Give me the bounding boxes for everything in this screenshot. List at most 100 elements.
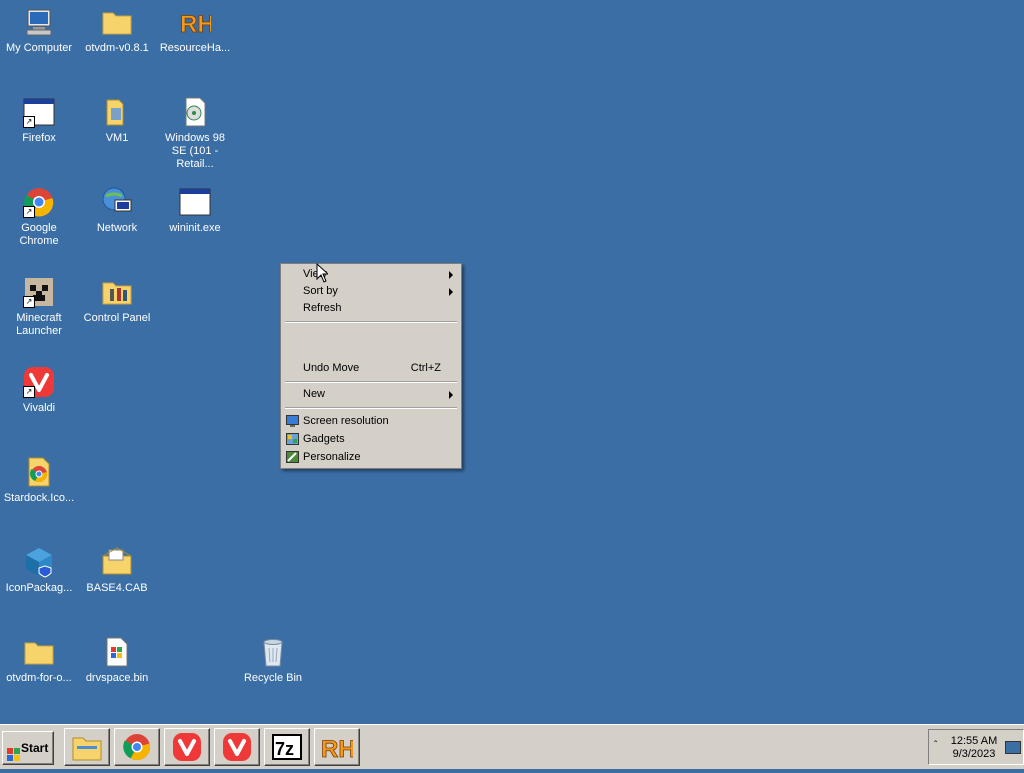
menu-separator: [285, 321, 457, 323]
desktop-icon-control-panel[interactable]: Control Panel: [78, 270, 156, 325]
disc-icon: [179, 96, 211, 128]
taskbar-button-7zip[interactable]: 7z: [264, 728, 310, 766]
desktop-context-menu: View Sort by Refresh Undo Move Ctrl+Z Ne…: [280, 263, 462, 469]
vivaldi-icon: ↗: [23, 366, 55, 398]
menu-item-label: Refresh: [303, 302, 342, 314]
svg-text:RH: RH: [180, 11, 211, 38]
folder-icon: [101, 96, 133, 128]
computer-icon: [23, 6, 55, 38]
desktop-icon-label: IconPackag...: [5, 582, 73, 594]
desktop-icon-vivaldi[interactable]: ↗ Vivaldi: [0, 360, 78, 415]
chrome-icon: [121, 732, 153, 762]
menu-item-gadgets[interactable]: Gadgets: [281, 431, 461, 448]
recycle-bin-icon: [257, 636, 289, 668]
menu-item-new[interactable]: New: [281, 386, 461, 403]
desktop-icon-stardock[interactable]: Stardock.Ico...: [0, 450, 78, 505]
menu-item-label: New: [303, 388, 326, 400]
desktop-icon-base4-cab[interactable]: BASE4.CAB: [78, 540, 156, 595]
menu-item-label: Gadgets: [303, 433, 345, 445]
desktop-icon-drvspace[interactable]: drvspace.bin: [78, 630, 156, 685]
taskbar-button-resource-hacker[interactable]: RH: [314, 728, 360, 766]
window-app-icon: [179, 186, 211, 218]
start-label: Start: [21, 741, 49, 755]
desktop-icon-label: VM1: [105, 132, 129, 144]
desktop-icon-firefox[interactable]: ↗ Firefox: [0, 90, 78, 145]
chrome-icon: ↗: [23, 186, 55, 218]
shortcut-arrow-icon: ↗: [23, 296, 35, 308]
display-icon: [286, 415, 299, 427]
desktop-icon-label: Google Chrome: [19, 222, 59, 247]
taskbar-button-vivaldi[interactable]: [164, 728, 210, 766]
desktop-icon-label: Stardock.Ico...: [3, 492, 75, 504]
desktop-icon-label: otvdm-v0.8.1: [85, 42, 149, 54]
menu-separator: [285, 407, 457, 409]
network-status-icon[interactable]: [1005, 741, 1021, 754]
submenu-arrow-icon: [449, 271, 453, 279]
taskbar-button-vivaldi-2[interactable]: [214, 728, 260, 766]
desktop-icon-recycle-bin[interactable]: Recycle Bin: [234, 630, 312, 685]
clock-date: 9/3/2023: [952, 748, 996, 760]
desktop-icon-label: Control Panel: [83, 312, 151, 324]
clock[interactable]: 12:55 AM 9/3/2023: [945, 735, 1003, 761]
taskbar-button-file-explorer[interactable]: [64, 728, 110, 766]
desktop-icon-vm1[interactable]: VM1: [78, 90, 156, 145]
menu-separator: [285, 381, 457, 383]
window-app-icon: ↗: [23, 96, 55, 128]
file-explorer-icon: [71, 732, 103, 762]
windows-file-icon: [101, 636, 133, 668]
resource-hacker-icon: RH: [321, 732, 356, 764]
desktop-icon-label: BASE4.CAB: [86, 582, 148, 594]
network-icon: [101, 186, 133, 218]
desktop-icon-windows98-iso[interactable]: Windows 98 SE (101 - Retail...: [156, 90, 234, 171]
desktop-icon-iconpackager[interactable]: IconPackag...: [0, 540, 78, 595]
vivaldi-icon: [171, 732, 203, 762]
menu-item-screen-resolution[interactable]: Screen resolution: [281, 413, 461, 430]
control-panel-icon: [101, 276, 133, 308]
desktop-icon-label: Minecraft Launcher: [16, 312, 62, 337]
desktop-icon-label: wininit.exe: [169, 222, 221, 234]
menu-item-label: Undo Move: [303, 362, 360, 374]
clock-time: 12:55 AM: [950, 735, 998, 747]
desktop-icon-label: Windows 98 SE (101 - Retail...: [165, 132, 225, 170]
menu-item-personalize[interactable]: Personalize: [281, 449, 461, 466]
cab-folder-icon: [101, 546, 133, 578]
menu-item-sort-by[interactable]: Sort by: [281, 283, 461, 300]
svg-text:RH: RH: [321, 736, 353, 762]
resource-hacker-icon: RH: [179, 6, 215, 39]
start-button[interactable]: Start: [2, 731, 54, 765]
desktop-icon-otvdm-for-o[interactable]: otvdm-for-o...: [0, 630, 78, 685]
menu-item-refresh[interactable]: Refresh: [281, 300, 461, 317]
folder-icon: [23, 636, 55, 668]
submenu-arrow-icon: [449, 288, 453, 296]
desktop-icon-minecraft-launcher[interactable]: ↗ Minecraft Launcher: [0, 270, 78, 338]
desktop-icon-label: Firefox: [22, 132, 56, 144]
desktop-icon-google-chrome[interactable]: ↗ Google Chrome: [0, 180, 78, 248]
desktop-icon-label: otvdm-for-o...: [6, 672, 72, 684]
taskbar: Start 7z RH ˆ 12:55 AM 9/3/2023: [0, 724, 1024, 769]
desktop-icon-label: My Computer: [5, 42, 73, 54]
personalize-icon: [286, 451, 299, 463]
shortcut-arrow-icon: ↗: [23, 206, 35, 218]
shortcut-arrow-icon: ↗: [23, 116, 35, 128]
desktop-icon-otvdm[interactable]: otvdm-v0.8.1: [78, 0, 156, 55]
desktop-icon-label: Network: [96, 222, 138, 234]
vivaldi-icon: [221, 732, 253, 762]
taskbar-button-chrome[interactable]: [114, 728, 160, 766]
show-hidden-icons-icon[interactable]: ˆ: [934, 740, 937, 751]
minecraft-icon: ↗: [23, 276, 55, 308]
submenu-arrow-icon: [449, 391, 453, 399]
menu-item-view[interactable]: View: [281, 266, 461, 283]
iconpackager-icon: [23, 546, 55, 578]
menu-item-shortcut: Ctrl+Z: [410, 362, 441, 374]
desktop-icon-network[interactable]: Network: [78, 180, 156, 235]
desktop-icon-label: ResourceHa...: [159, 42, 231, 54]
desktop-icon-my-computer[interactable]: My Computer: [0, 0, 78, 55]
gadgets-icon: [286, 433, 299, 445]
desktop-icon-resource-hacker[interactable]: RH ResourceHa...: [156, 0, 234, 55]
menu-item-undo-move[interactable]: Undo Move Ctrl+Z: [281, 360, 461, 377]
menu-item-label: Screen resolution: [303, 415, 389, 427]
svg-text:7z: 7z: [275, 739, 294, 759]
desktop-icon-wininit[interactable]: wininit.exe: [156, 180, 234, 235]
desktop-icon-label: Recycle Bin: [243, 672, 303, 684]
desktop-icon-label: drvspace.bin: [85, 672, 149, 684]
